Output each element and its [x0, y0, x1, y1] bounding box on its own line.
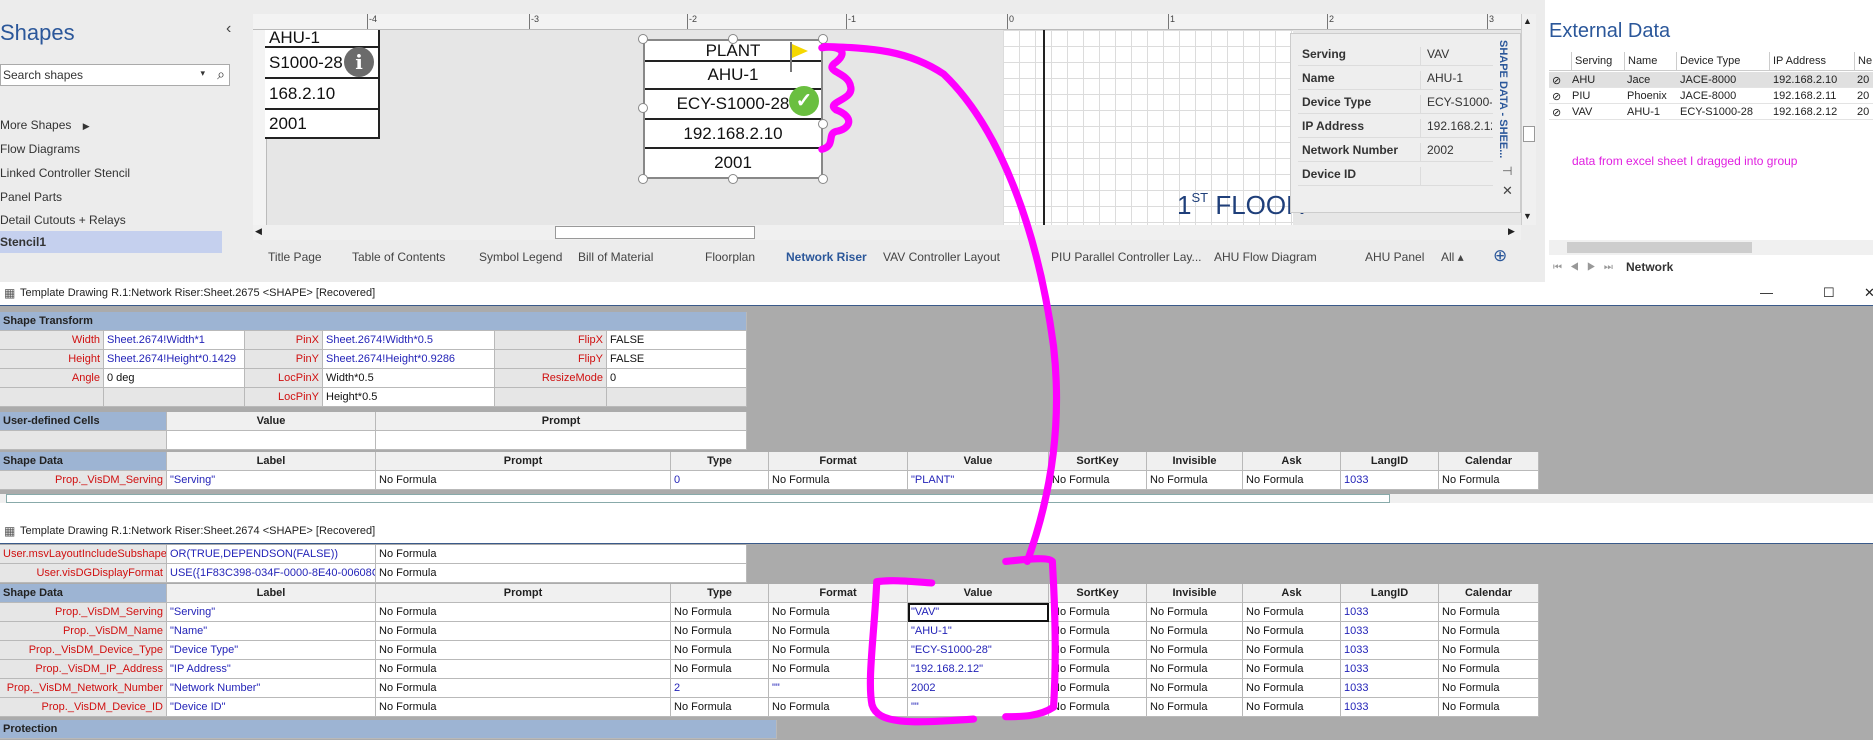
annotation-bracket-left — [866, 577, 978, 726]
annotation-arrow-curve — [820, 43, 1061, 565]
annotation-squiggle — [818, 43, 855, 153]
magenta-annotation — [818, 43, 1061, 726]
annotation-bracket-right — [1002, 555, 1059, 721]
